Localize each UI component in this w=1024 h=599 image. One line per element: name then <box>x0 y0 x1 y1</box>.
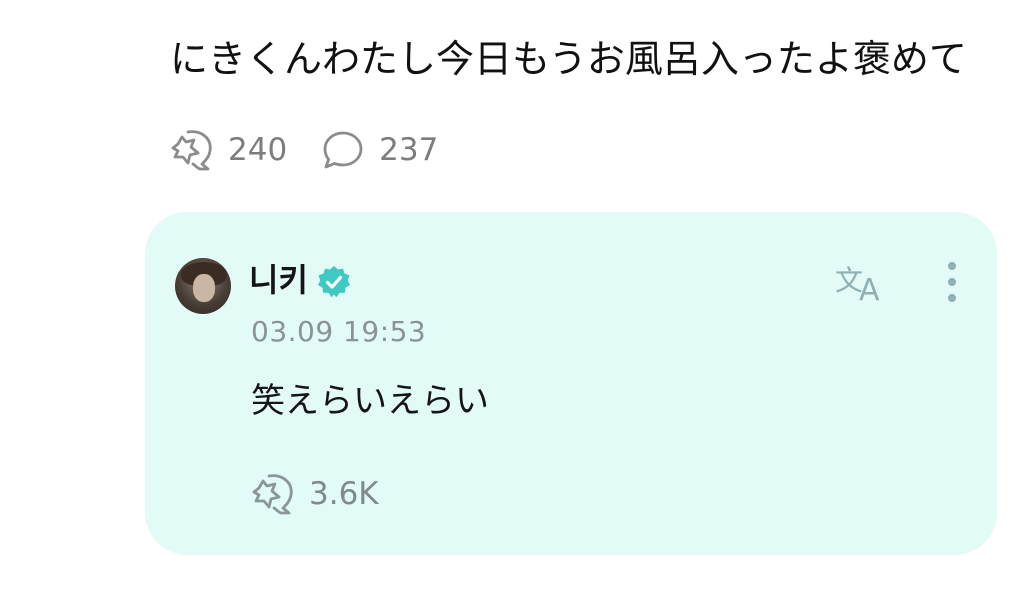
like-count: 240 <box>228 132 288 168</box>
translate-icon[interactable]: 文 A <box>835 260 895 304</box>
comment-thread: にきくんわたし今日もうお風呂入ったよ褒めて 240 237 니키 03.09 1… <box>0 0 1024 599</box>
star-hand-icon <box>171 130 212 171</box>
reply-like-button[interactable]: 3.6K <box>249 472 379 516</box>
reply-text: 笑えらいえらい <box>251 381 489 421</box>
reply-like-count: 3.6K <box>309 476 379 512</box>
post-text: にきくんわたし今日もうお風呂入ったよ褒めて <box>170 37 967 81</box>
comment-count: 237 <box>379 132 439 168</box>
truncated-next-item <box>202 586 502 599</box>
avatar[interactable] <box>175 258 231 314</box>
verified-badge-icon <box>318 266 350 298</box>
reply-actions: 3.6K <box>249 470 413 518</box>
reply-timestamp: 03.09 19:53 <box>251 315 427 348</box>
truncated-timestamp <box>170 0 350 6</box>
author-name[interactable]: 니키 <box>249 260 308 300</box>
speech-bubble-icon <box>323 131 363 169</box>
svg-text:A: A <box>859 273 880 304</box>
star-hand-icon <box>252 474 293 515</box>
comment-button[interactable]: 237 <box>321 128 438 172</box>
more-vertical-icon[interactable] <box>938 260 966 304</box>
like-button[interactable]: 240 <box>168 128 287 172</box>
artist-reply-card: 니키 03.09 19:53 文 A 笑えらいえらい 3.6K <box>145 212 997 555</box>
avatar-face <box>193 274 215 302</box>
post-actions: 240 237 <box>168 126 472 174</box>
